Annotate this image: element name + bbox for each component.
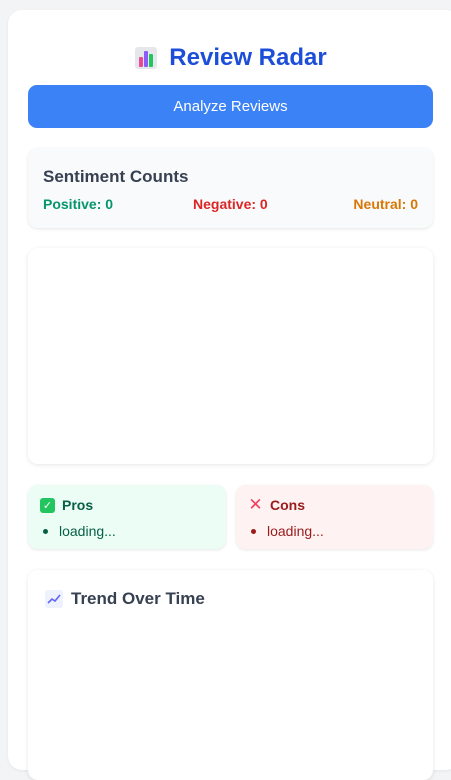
sentiment-counts-card: Sentiment Counts Positive: 0 Negative: 0… [28,148,433,228]
pros-card: ✓ Pros loading... [28,485,226,549]
page-title-text: Review Radar [169,44,327,71]
check-box-icon: ✓ [40,497,55,513]
neutral-count: Neutral: 0 [353,196,418,212]
trend-heading: Trend Over Time [45,589,205,609]
cons-heading: ✕ Cons [248,495,305,514]
sentiment-chart-area [28,248,433,464]
cons-heading-text: Cons [270,497,305,513]
main-panel: Review Radar Analyze Reviews Sentiment C… [8,10,451,780]
positive-count: Positive: 0 [43,196,114,212]
chart-increasing-icon [45,590,63,608]
cross-icon: ✕ [248,495,263,514]
page-title: Review Radar [8,44,451,72]
cons-card: ✕ Cons loading... [236,485,433,549]
pros-list: loading... [40,523,116,539]
sentiment-counts-heading: Sentiment Counts [43,167,189,186]
cons-list: loading... [248,523,324,539]
pros-heading-text: Pros [62,497,94,513]
trend-card: Trend Over Time [28,570,433,780]
analyze-reviews-button[interactable]: Analyze Reviews [28,85,433,128]
bar-chart-icon [135,47,158,69]
pros-list-item: loading... [40,523,116,539]
cons-list-item: loading... [248,523,324,539]
pros-heading: ✓ Pros [40,497,93,513]
negative-count: Negative: 0 [193,196,268,212]
trend-heading-text: Trend Over Time [71,589,205,608]
